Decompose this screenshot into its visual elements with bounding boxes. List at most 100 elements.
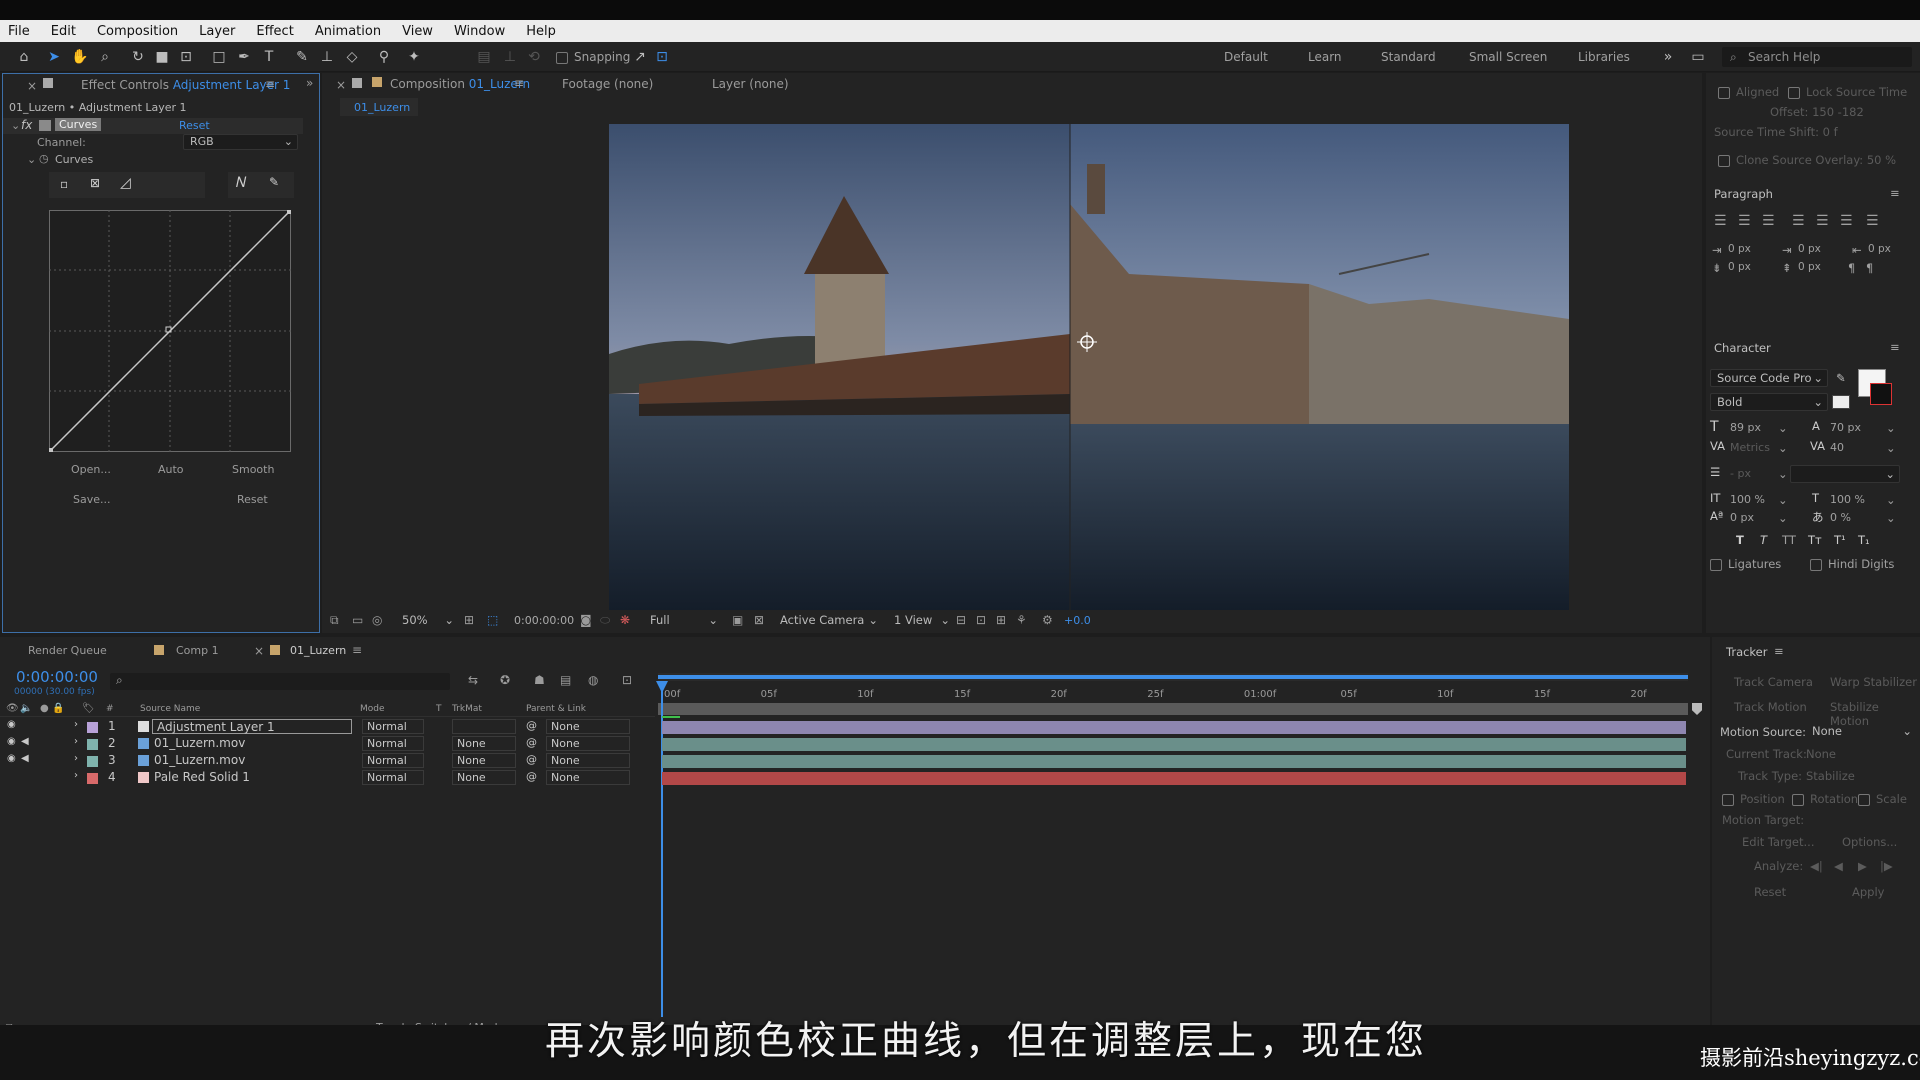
twirl-arrow-icon[interactable]: › [74, 719, 78, 730]
panel-menu-icon[interactable]: ≡ [265, 77, 275, 91]
layer-duration-bar[interactable] [662, 738, 1686, 751]
space-after-value[interactable]: 0 px [1798, 261, 1821, 273]
menu-animation[interactable]: Animation [315, 24, 381, 39]
faux-bold-icon[interactable]: T [1736, 533, 1744, 547]
toggle-pixel-aspect-icon[interactable]: ⊟ [956, 613, 966, 627]
layer-row[interactable]: ◉ ◀ › 3 01_Luzern.mov Normal None @ None [0, 753, 655, 770]
font-size-value[interactable]: 89 px [1730, 421, 1761, 434]
panel-menu-icon[interactable]: ≡ [1774, 644, 1784, 658]
eye-icon[interactable]: ◉ [7, 753, 16, 764]
label-color-swatch[interactable] [87, 756, 98, 767]
tsume-value[interactable]: 0 % [1830, 511, 1851, 524]
tracking-value[interactable]: 40 [1830, 441, 1844, 454]
curve-size-small-icon[interactable]: ▫ [60, 177, 68, 191]
warp-stabilizer-button[interactable]: Warp Stabilizer [1830, 675, 1917, 689]
twirl-arrow-icon[interactable]: › [74, 736, 78, 747]
panel-menu-icon[interactable]: ≡ [514, 76, 524, 90]
layer-row[interactable]: ◉ ◀ › 2 01_Luzern.mov Normal None @ None [0, 736, 655, 753]
flowchart-icon[interactable]: ⚘ [1016, 613, 1027, 627]
safe-margins-icon[interactable]: ⊞ [464, 613, 474, 627]
time-ruler[interactable]: 00f 05f 10f 15f 20f 25f 01:00f 05f 10f 15f 20f [658, 683, 1688, 703]
effect-toggle-icon[interactable] [39, 120, 51, 131]
trkmat-select[interactable]: None [452, 736, 516, 751]
layer-row[interactable]: › 4 Pale Red Solid 1 Normal None @ None [0, 770, 655, 787]
stopwatch-icon[interactable]: ◷ [39, 152, 49, 165]
parent-pickwhip-icon[interactable]: @ [526, 736, 537, 749]
expand-panels-icon[interactable]: » [306, 76, 313, 90]
comp-mini-flowchart-icon[interactable]: ⇆ [468, 673, 478, 687]
stroke-color-swatch[interactable] [1870, 383, 1892, 405]
pan-behind-tool-icon[interactable]: ⊡ [176, 47, 196, 67]
chevron-down-icon[interactable]: ⌄ [1886, 511, 1896, 525]
close-icon[interactable]: × [336, 78, 346, 92]
timeline-icon[interactable]: ⊞ [996, 613, 1006, 627]
menu-file[interactable]: File [8, 24, 30, 39]
snap-edge-icon[interactable]: ↗ [630, 47, 650, 67]
workspace-learn[interactable]: Learn [1308, 50, 1342, 64]
render-queue-tab[interactable]: Render Queue [28, 644, 107, 657]
snapshot-icon[interactable]: ◙ [580, 613, 592, 627]
roto-brush-tool-icon[interactable]: ⚲ [374, 47, 394, 67]
twirl-arrow-icon[interactable]: › [74, 770, 78, 781]
trkmat-select[interactable]: None [452, 753, 516, 768]
motion-blur-icon[interactable]: ◍ [588, 673, 598, 687]
menu-help[interactable]: Help [526, 24, 556, 39]
parent-select[interactable]: None [546, 753, 630, 768]
chevron-down-icon[interactable]: ⌄ [1778, 467, 1788, 481]
mask-visibility-icon[interactable]: ◎ [372, 613, 382, 627]
workspace-default[interactable]: Default [1224, 50, 1268, 64]
sync-settings-icon[interactable]: ▭ [1688, 47, 1708, 67]
curve-endpoint-white[interactable] [287, 210, 291, 214]
motion-source-select[interactable]: None ⌄ [1806, 723, 1914, 741]
search-help-input[interactable]: ⌕ Search Help [1722, 47, 1912, 67]
expand-arrow-icon[interactable]: ⌄ [11, 119, 20, 132]
pencil-tool-icon[interactable]: ✎ [269, 175, 279, 189]
label-color-swatch[interactable] [87, 773, 98, 784]
channel-select[interactable]: RGB ⌄ [183, 134, 298, 150]
trkmat-select[interactable]: None [452, 770, 516, 785]
font-style-select[interactable]: Bold ⌄ [1710, 393, 1828, 411]
type-tool-icon[interactable]: T [259, 47, 279, 67]
chevron-down-icon[interactable]: ⌄ [1886, 421, 1896, 435]
parent-select[interactable]: None [546, 736, 630, 751]
menu-layer[interactable]: Layer [199, 24, 235, 39]
layer-mode-select[interactable]: Normal [362, 736, 424, 751]
mode-header[interactable]: Mode [360, 704, 385, 714]
draft-3d-icon[interactable]: ⊡ [976, 613, 986, 627]
analyze-forward-icon[interactable]: ▶ [1858, 859, 1867, 873]
curves-smooth-button[interactable]: Smooth [232, 463, 274, 476]
draft-3d-toggle-icon[interactable]: ✪ [500, 673, 510, 687]
workspace-libraries[interactable]: Libraries [1578, 50, 1630, 64]
curves-effect-name[interactable]: Curves [55, 118, 102, 131]
curves-open-button[interactable]: Open... [71, 463, 111, 476]
hand-tool-icon[interactable]: ✋ [70, 47, 90, 67]
options-button[interactable]: Options... [1842, 835, 1897, 849]
layer-name[interactable]: 01_Luzern.mov [154, 736, 245, 750]
analyze-backward-icon[interactable]: ◀ [1834, 859, 1843, 873]
twirl-arrow-icon[interactable]: › [74, 753, 78, 764]
bezier-tool-icon[interactable]: 𝑁 [236, 175, 246, 191]
eye-icon[interactable]: ◉ [7, 736, 16, 747]
indent-left-value[interactable]: 0 px [1728, 243, 1751, 255]
indent-first-value[interactable]: 0 px [1798, 243, 1821, 255]
views-select[interactable]: 1 View ⌄ [888, 612, 950, 630]
shy-layers-icon[interactable]: ☗ [534, 673, 545, 687]
justify-all-icon[interactable]: ☰ [1866, 213, 1879, 229]
graph-editor-icon[interactable]: ⊡ [622, 673, 632, 687]
ligatures-checkbox[interactable]: Ligatures [1710, 557, 1781, 571]
stroke-type-select[interactable]: ⌄ [1790, 465, 1900, 483]
panel-menu-icon[interactable]: ≡ [1890, 340, 1900, 354]
layer-mode-select[interactable]: Normal [362, 719, 424, 734]
chevron-right-icon[interactable]: » [1658, 47, 1678, 67]
kerning-value[interactable]: Metrics [1730, 441, 1770, 454]
trkmat-header[interactable]: TrkMat [452, 704, 482, 714]
label-color-swatch[interactable] [87, 722, 98, 733]
eraser-tool-icon[interactable]: ◇ [342, 47, 362, 67]
eye-icon[interactable]: ◉ [7, 719, 16, 730]
layer-duration-bar[interactable] [662, 755, 1686, 768]
position-checkbox[interactable]: Position [1722, 792, 1785, 806]
time-navigator-range[interactable] [658, 675, 1688, 679]
close-icon[interactable]: × [254, 644, 264, 658]
layer-name[interactable]: 01_Luzern.mov [154, 753, 245, 767]
parent-link-header[interactable]: Parent & Link [526, 704, 586, 714]
